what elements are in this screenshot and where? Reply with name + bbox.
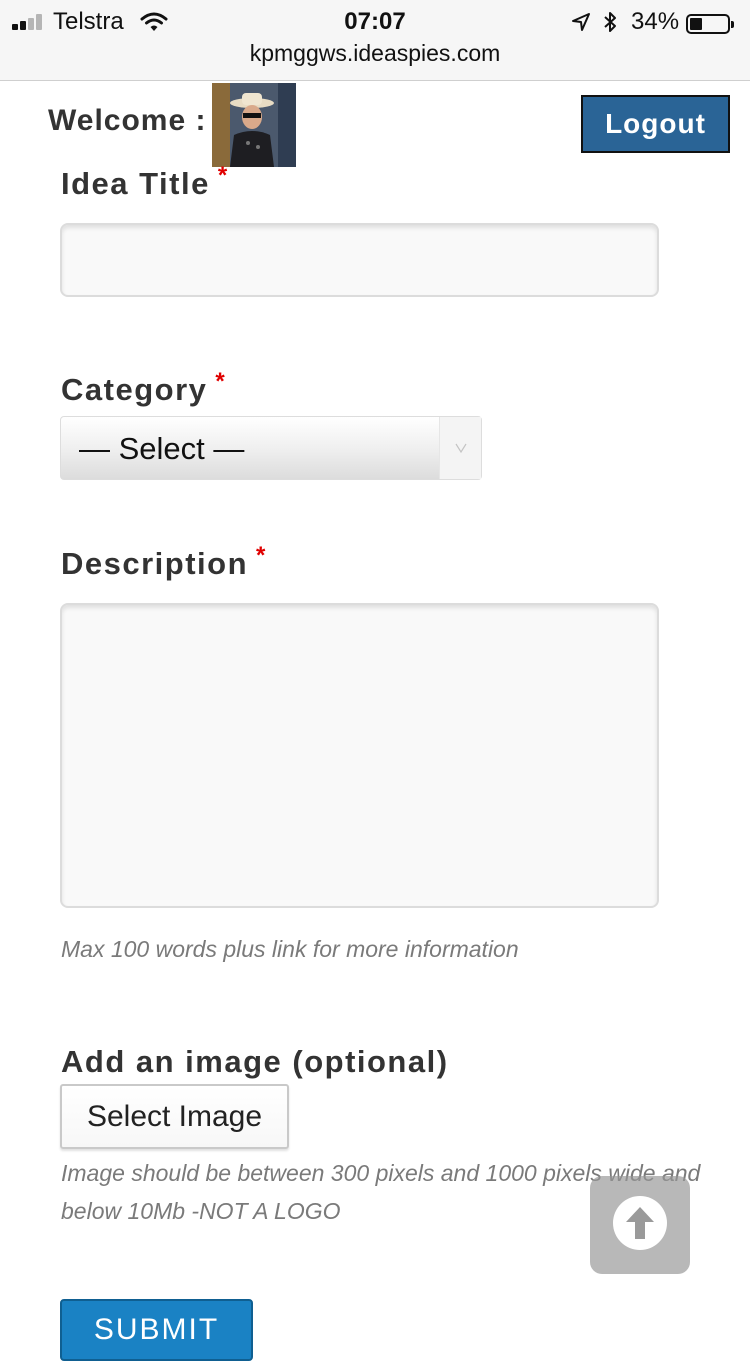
description-label: Description * — [61, 542, 267, 582]
bluetooth-icon — [602, 10, 618, 39]
description-label-text: Description — [61, 546, 249, 581]
idea-title-label-text: Idea Title — [61, 166, 210, 201]
category-selected-value: — Select — — [79, 431, 245, 466]
location-arrow-icon — [571, 12, 591, 37]
category-label-text: Category — [61, 372, 208, 407]
required-marker: * — [256, 542, 267, 569]
chevron-down-icon[interactable] — [439, 417, 481, 479]
required-marker: * — [217, 162, 229, 189]
arrow-up-circle-icon — [610, 1193, 670, 1258]
browser-status-bar: Telstra 07:07 34% kpmggws.ideaspies.com — [0, 0, 750, 81]
required-marker: * — [215, 368, 227, 395]
idea-title-input[interactable] — [60, 223, 659, 297]
avatar — [212, 83, 296, 167]
image-label: Add an image (optional) — [61, 1044, 449, 1079]
address-bar-url[interactable]: kpmggws.ideaspies.com — [0, 40, 750, 67]
description-help-text: Max 100 words plus link for more informa… — [61, 936, 519, 962]
description-textarea[interactable] — [60, 603, 659, 908]
welcome-label: Welcome : — [48, 104, 207, 137]
category-select[interactable]: — Select — — [60, 416, 482, 480]
battery-icon — [686, 14, 734, 34]
submit-button[interactable]: SUBMIT — [60, 1299, 253, 1361]
scroll-to-top-button[interactable] — [590, 1176, 690, 1274]
select-image-button[interactable]: Select Image — [60, 1084, 289, 1149]
idea-title-label: Idea Title * — [61, 162, 229, 202]
battery-percent: 34% — [631, 8, 680, 35]
logout-button[interactable]: Logout — [581, 95, 730, 153]
category-label: Category * — [61, 368, 226, 408]
